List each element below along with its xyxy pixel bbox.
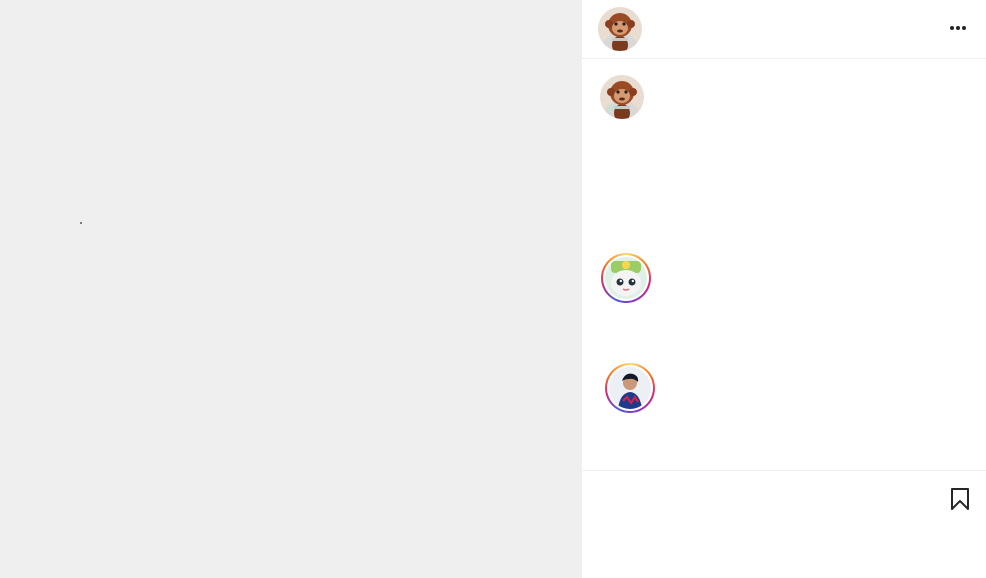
orangutan-avatar-icon — [598, 7, 642, 51]
more-options-icon — [950, 26, 954, 30]
post-header — [582, 0, 986, 59]
more-options-button[interactable] — [948, 18, 968, 38]
comment-avatar[interactable] — [601, 253, 651, 303]
media-speck — [80, 222, 82, 224]
post-media[interactable] — [0, 0, 582, 578]
orangutan-avatar-icon — [600, 75, 644, 119]
post-view — [0, 0, 986, 578]
post-sidebar — [582, 0, 986, 578]
save-button[interactable] — [948, 487, 972, 511]
comments-section[interactable] — [582, 59, 986, 471]
post-actions — [582, 472, 986, 578]
comment-avatar[interactable] — [605, 363, 655, 413]
bookmark-icon — [951, 488, 969, 510]
caption-author-avatar[interactable] — [600, 75, 644, 119]
cartoon-character-avatar-icon — [605, 257, 647, 299]
author-avatar[interactable] — [598, 7, 642, 51]
person-avatar-icon — [609, 367, 651, 409]
